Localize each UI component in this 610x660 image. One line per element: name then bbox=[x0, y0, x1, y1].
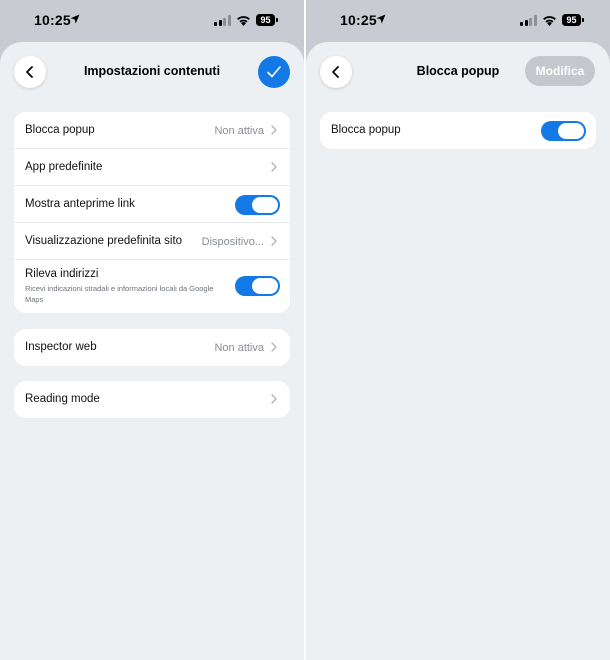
row-label: App predefinite bbox=[25, 161, 103, 173]
row-visualizzazione-predefinita[interactable]: Visualizzazione predefinita sito Disposi… bbox=[14, 223, 290, 260]
toggle-knob bbox=[252, 197, 278, 213]
row-description: Ricevi indicazioni stradali e informazio… bbox=[25, 284, 214, 304]
confirm-button[interactable] bbox=[258, 56, 290, 88]
settings-group-inspector: Inspector web Non attiva bbox=[14, 329, 290, 366]
row-app-predefinite[interactable]: App predefinite bbox=[14, 149, 290, 186]
row-reading-mode[interactable]: Reading mode bbox=[14, 381, 290, 418]
settings-group-reading: Reading mode bbox=[14, 381, 290, 418]
settings-group-popup: Blocca popup bbox=[320, 112, 596, 149]
settings-group-content: Blocca popup Non attiva App predefinite … bbox=[14, 112, 290, 313]
row-label: Inspector web bbox=[25, 341, 97, 353]
location-arrow-icon bbox=[70, 14, 80, 24]
row-label: Reading mode bbox=[25, 393, 100, 405]
settings-sheet: Impostazioni contenuti Blocca popup Non … bbox=[0, 42, 304, 660]
chevron-right-icon bbox=[271, 394, 277, 404]
row-value: Dispositivo... bbox=[201, 235, 264, 248]
toggle-knob bbox=[252, 278, 278, 294]
row-inspector-web[interactable]: Inspector web Non attiva bbox=[14, 329, 290, 366]
right-screen: 10:25 95 Blocca popup Modifica Blocca po… bbox=[306, 0, 610, 660]
location-arrow-icon bbox=[376, 14, 386, 24]
row-label: Visualizzazione predefinita sito bbox=[25, 235, 183, 247]
battery-indicator: 95 bbox=[562, 14, 581, 26]
edit-button[interactable]: Modifica bbox=[525, 56, 595, 86]
checkmark-icon bbox=[267, 66, 281, 78]
cellular-signal-icon bbox=[214, 15, 231, 26]
row-value: Non attiva bbox=[214, 341, 264, 354]
popup-settings-sheet: Blocca popup Modifica Blocca popup bbox=[306, 42, 610, 660]
row-blocca-popup[interactable]: Blocca popup Non attiva bbox=[14, 112, 290, 149]
row-label: Blocca popup bbox=[25, 124, 95, 136]
row-blocca-popup-toggle: Blocca popup bbox=[320, 112, 596, 149]
row-value: Non attiva bbox=[214, 124, 264, 137]
chevron-right-icon bbox=[271, 342, 277, 352]
left-screen: 10:25 95 Impostazioni contenuti Blocca p… bbox=[0, 0, 304, 660]
cellular-signal-icon bbox=[520, 15, 537, 26]
row-label: Blocca popup bbox=[331, 124, 401, 136]
chevron-right-icon bbox=[271, 162, 277, 172]
link-preview-toggle[interactable] bbox=[235, 195, 280, 215]
status-bar: 10:25 95 bbox=[0, 0, 304, 40]
battery-tip bbox=[582, 18, 584, 22]
status-time: 10:25 bbox=[34, 12, 71, 28]
chevron-right-icon bbox=[271, 236, 277, 246]
wifi-icon bbox=[237, 16, 250, 26]
row-label: Rileva indirizzi bbox=[25, 268, 99, 280]
row-mostra-anteprime-link: Mostra anteprime link bbox=[14, 186, 290, 223]
chevron-right-icon bbox=[271, 125, 277, 135]
row-label: Mostra anteprime link bbox=[25, 198, 135, 210]
battery-tip bbox=[276, 18, 278, 22]
wifi-icon bbox=[543, 16, 556, 26]
status-time: 10:25 bbox=[340, 12, 377, 28]
detect-addresses-toggle[interactable] bbox=[235, 276, 280, 296]
battery-indicator: 95 bbox=[256, 14, 275, 26]
block-popup-toggle[interactable] bbox=[541, 121, 586, 141]
status-bar: 10:25 95 bbox=[306, 0, 610, 40]
toggle-knob bbox=[558, 123, 584, 139]
row-rileva-indirizzi: Rileva indirizzi Ricevi indicazioni stra… bbox=[14, 260, 290, 313]
